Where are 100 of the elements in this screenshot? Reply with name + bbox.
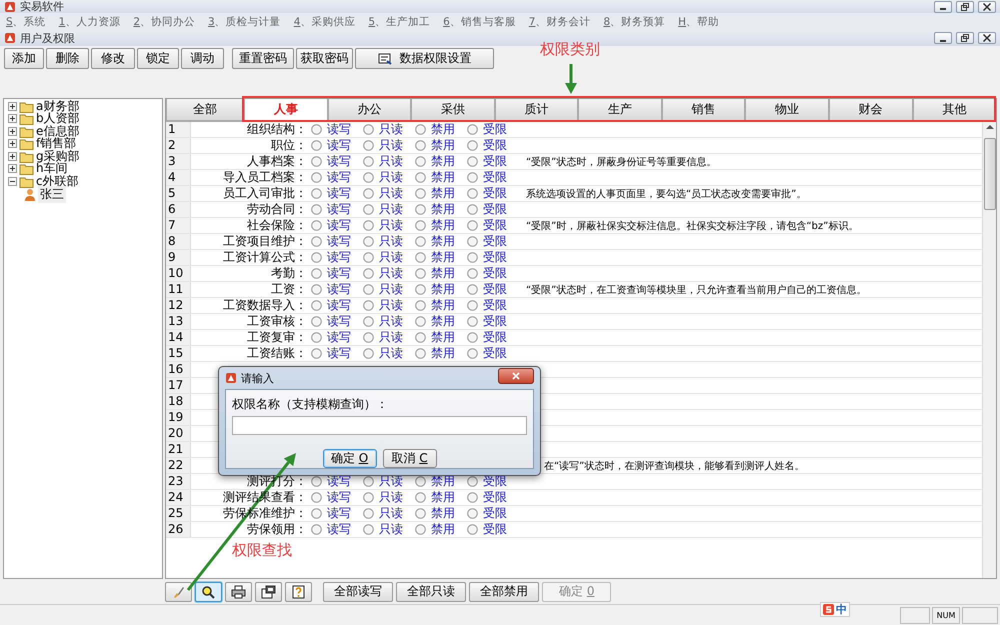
tool-button[interactable] xyxy=(285,582,312,602)
radio-button[interactable] xyxy=(467,524,478,535)
option-label[interactable]: 禁用 xyxy=(431,297,455,314)
radio-button[interactable] xyxy=(311,316,322,327)
option-label[interactable]: 只读 xyxy=(379,345,403,362)
option-label[interactable]: 只读 xyxy=(379,185,403,202)
radio-button[interactable] xyxy=(311,300,322,311)
tab[interactable]: 其他 xyxy=(912,99,996,121)
radio-button[interactable] xyxy=(363,332,374,343)
option-label[interactable]: 禁用 xyxy=(431,249,455,266)
option-label[interactable]: 只读 xyxy=(379,329,403,346)
option-label[interactable]: 只读 xyxy=(379,153,403,170)
option-label[interactable]: 读写 xyxy=(327,121,351,138)
tab[interactable]: 物业 xyxy=(745,99,829,121)
radio-button[interactable] xyxy=(415,124,426,135)
restore-button[interactable] xyxy=(956,0,974,12)
option-label[interactable]: 受限 xyxy=(483,265,507,282)
radio-button[interactable] xyxy=(311,508,322,519)
option-label[interactable]: 禁用 xyxy=(431,121,455,138)
option-label[interactable]: 只读 xyxy=(379,521,403,538)
option-label[interactable]: 禁用 xyxy=(431,185,455,202)
option-label[interactable]: 禁用 xyxy=(431,281,455,298)
tab[interactable]: 人事 xyxy=(244,99,328,121)
radio-button[interactable] xyxy=(363,284,374,295)
radio-button[interactable] xyxy=(415,204,426,215)
radio-button[interactable] xyxy=(467,492,478,503)
option-label[interactable]: 只读 xyxy=(379,201,403,218)
radio-button[interactable] xyxy=(467,316,478,327)
radio-button[interactable] xyxy=(467,284,478,295)
radio-button[interactable] xyxy=(415,524,426,535)
tab[interactable]: 生产 xyxy=(578,99,662,121)
option-label[interactable]: 读写 xyxy=(327,521,351,538)
radio-button[interactable] xyxy=(467,348,478,359)
option-label[interactable]: 受限 xyxy=(483,137,507,154)
option-label[interactable]: 受限 xyxy=(483,313,507,330)
radio-button[interactable] xyxy=(363,124,374,135)
option-label[interactable]: 读写 xyxy=(327,297,351,314)
radio-button[interactable] xyxy=(363,188,374,199)
option-label[interactable]: 禁用 xyxy=(431,473,455,490)
option-label[interactable]: 读写 xyxy=(327,249,351,266)
close-button[interactable] xyxy=(498,368,534,384)
radio-button[interactable] xyxy=(415,284,426,295)
radio-button[interactable] xyxy=(311,156,322,167)
action-button[interactable]: 全部只读 xyxy=(396,582,466,602)
option-label[interactable]: 受限 xyxy=(483,489,507,506)
option-label[interactable]: 禁用 xyxy=(431,233,455,250)
radio-button[interactable] xyxy=(415,332,426,343)
option-label[interactable]: 只读 xyxy=(379,249,403,266)
option-label[interactable]: 只读 xyxy=(379,121,403,138)
radio-button[interactable] xyxy=(415,508,426,519)
expand-icon[interactable] xyxy=(8,126,17,136)
radio-button[interactable] xyxy=(311,524,322,535)
radio-button[interactable] xyxy=(363,220,374,231)
action-button[interactable]: 全部读写 xyxy=(323,582,393,602)
toolbar-button[interactable]: 调动 xyxy=(181,48,224,69)
tree-item[interactable]: 张三 xyxy=(38,186,66,203)
radio-button[interactable] xyxy=(311,476,322,487)
expand-icon[interactable] xyxy=(8,164,17,174)
radio-button[interactable] xyxy=(311,204,322,215)
toolbar-button[interactable]: 锁定 xyxy=(137,48,179,69)
menu-item[interactable]: 3、质检与计量 xyxy=(208,14,281,28)
option-label[interactable]: 受限 xyxy=(483,521,507,538)
toolbar-button[interactable]: 获取密码 xyxy=(296,48,353,69)
radio-button[interactable] xyxy=(363,316,374,327)
radio-button[interactable] xyxy=(415,172,426,183)
option-label[interactable]: 受限 xyxy=(483,169,507,186)
expand-icon[interactable] xyxy=(8,102,17,111)
option-label[interactable]: 受限 xyxy=(483,297,507,314)
menu-item[interactable]: S、系统 xyxy=(6,14,46,28)
option-label[interactable]: 只读 xyxy=(379,313,403,330)
radio-button[interactable] xyxy=(467,188,478,199)
tab[interactable]: 财会 xyxy=(828,99,912,121)
radio-button[interactable] xyxy=(363,172,374,183)
minimize-button[interactable] xyxy=(934,32,952,44)
option-label[interactable]: 受限 xyxy=(483,153,507,170)
option-label[interactable]: 受限 xyxy=(483,233,507,250)
expand-icon[interactable] xyxy=(8,139,17,148)
option-label[interactable]: 受限 xyxy=(483,249,507,266)
option-label[interactable]: 只读 xyxy=(379,265,403,282)
expand-icon[interactable] xyxy=(8,152,17,161)
option-label[interactable]: 禁用 xyxy=(431,153,455,170)
radio-button[interactable] xyxy=(467,300,478,311)
restore-button[interactable] xyxy=(956,32,974,44)
radio-button[interactable] xyxy=(363,204,374,215)
menu-item[interactable]: 6、销售与客服 xyxy=(443,14,516,28)
option-label[interactable]: 受限 xyxy=(483,121,507,138)
radio-button[interactable] xyxy=(467,236,478,247)
menu-item[interactable]: 5、生产加工 xyxy=(368,14,430,28)
radio-button[interactable] xyxy=(415,492,426,503)
minimize-button[interactable] xyxy=(934,0,952,12)
option-label[interactable]: 受限 xyxy=(483,281,507,298)
menu-item[interactable]: H、帮助 xyxy=(678,14,720,28)
radio-button[interactable] xyxy=(311,220,322,231)
menu-item[interactable]: 7、财务会计 xyxy=(528,14,590,28)
option-label[interactable]: 只读 xyxy=(379,297,403,314)
input-field[interactable] xyxy=(232,416,527,435)
option-label[interactable]: 禁用 xyxy=(431,505,455,522)
radio-button[interactable] xyxy=(467,204,478,215)
option-label[interactable]: 读写 xyxy=(327,313,351,330)
dialog-button[interactable]: 取消 C xyxy=(382,449,436,468)
